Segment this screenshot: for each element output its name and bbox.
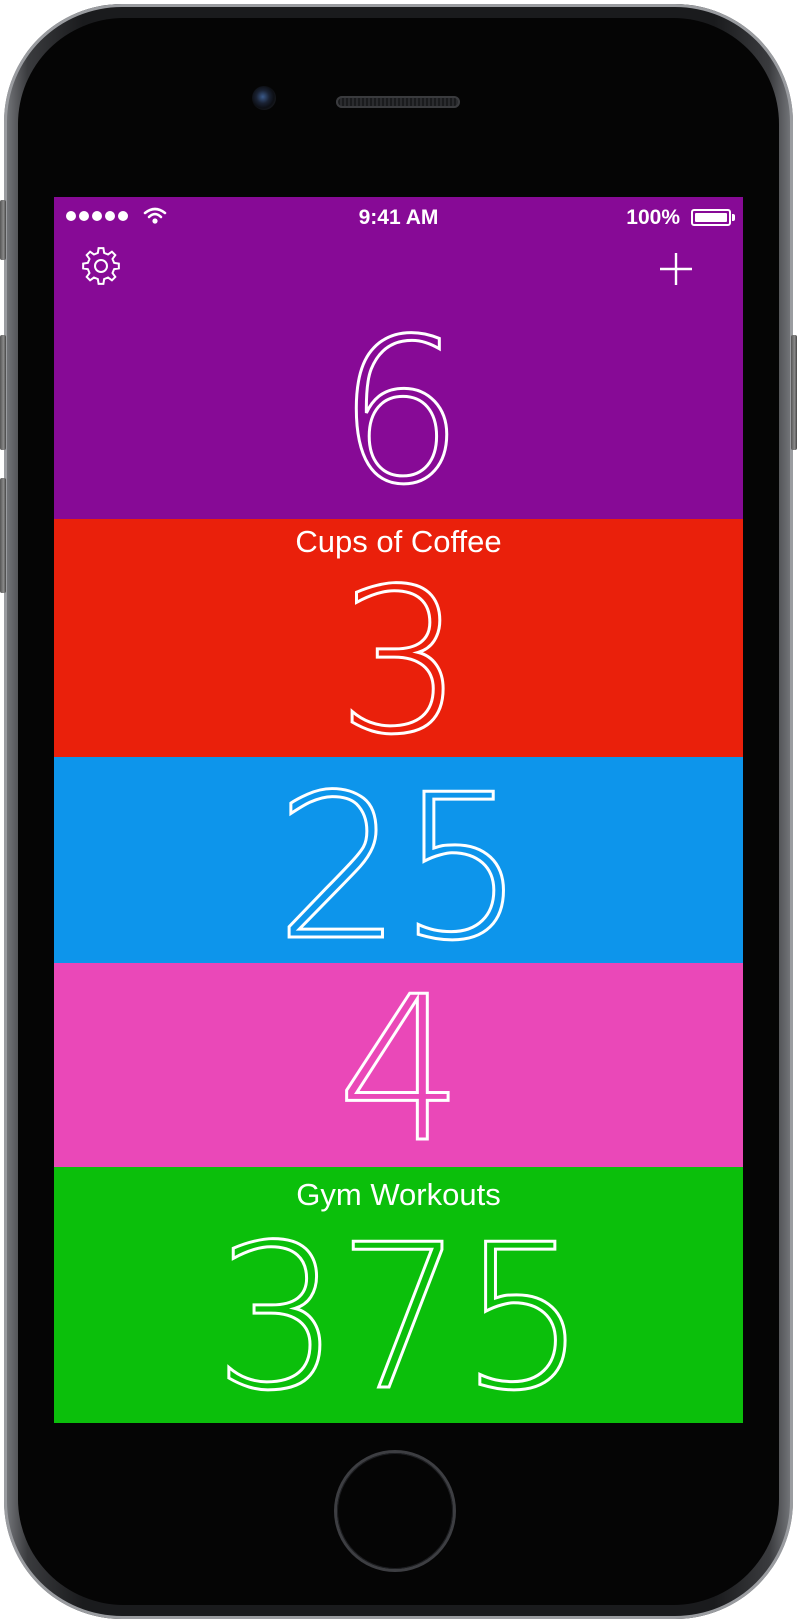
counter-value: 6 — [335, 296, 465, 529]
plus-icon[interactable] — [658, 251, 694, 287]
mute-switch — [0, 200, 6, 260]
earpiece-speaker — [336, 96, 460, 108]
counter-card[interactable]: 4 — [54, 963, 743, 1172]
counter-value: 3 — [335, 546, 465, 779]
home-button[interactable] — [337, 1453, 453, 1569]
battery-icon — [691, 209, 731, 226]
gear-icon[interactable] — [80, 245, 122, 287]
status-bar: 9:41 AM 100% — [54, 197, 743, 237]
counter-card[interactable]: Cups of Coffee 3 — [54, 519, 743, 764]
battery-tip — [732, 214, 735, 221]
counter-card[interactable]: 6 — [54, 197, 743, 519]
counter-card[interactable]: Gym Workouts 375 — [54, 1167, 743, 1423]
counter-value: 375 — [212, 1202, 589, 1423]
counter-card[interactable]: 25 — [54, 757, 743, 970]
volume-up-button — [0, 335, 6, 450]
battery-fill — [695, 213, 727, 222]
volume-down-button — [0, 478, 6, 593]
counter-value: 25 — [274, 752, 528, 985]
front-camera — [252, 86, 276, 110]
battery-percent: 100% — [626, 206, 680, 229]
counter-value: 4 — [335, 954, 465, 1187]
app-screen: 6 Cups of Coffee 3 25 4 Gym Workouts 375… — [54, 197, 743, 1423]
power-button — [791, 335, 797, 450]
